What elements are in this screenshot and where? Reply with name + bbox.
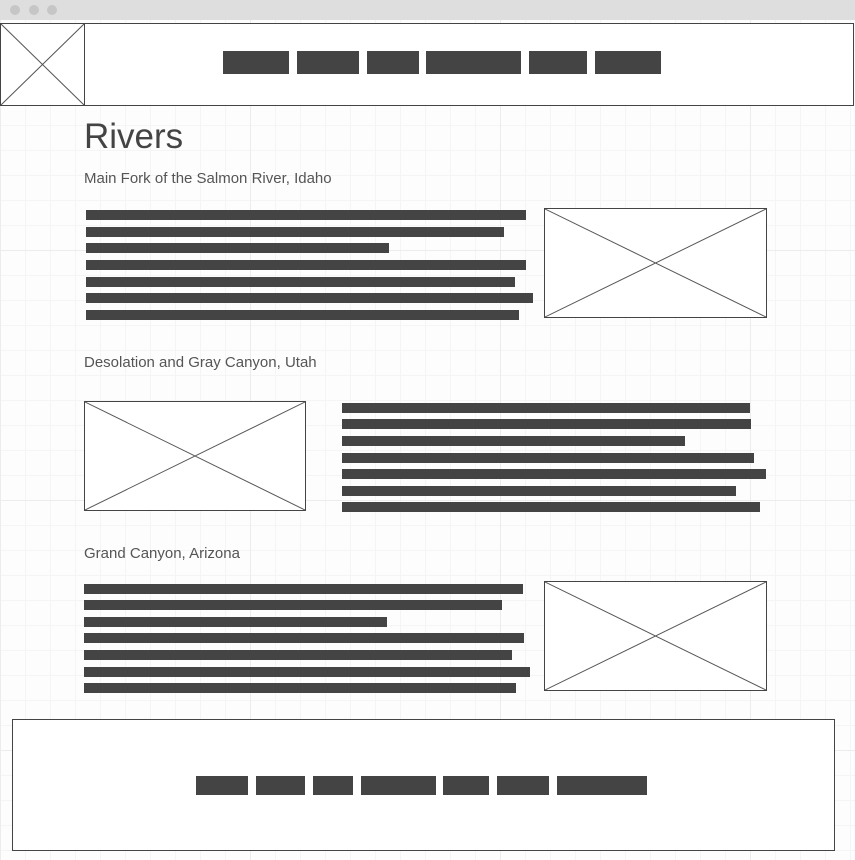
- text-line: [84, 650, 512, 660]
- text-line: [86, 210, 526, 220]
- section-heading-desolation: Desolation and Gray Canyon, Utah: [84, 354, 317, 371]
- footer-nav-item-6[interactable]: [497, 776, 549, 795]
- section-heading-salmon: Main Fork of the Salmon River, Idaho: [84, 170, 332, 187]
- text-line: [86, 293, 533, 303]
- text-line: [86, 310, 519, 320]
- logo-placeholder-icon[interactable]: [1, 24, 85, 105]
- text-line: [84, 600, 502, 610]
- text-line: [86, 243, 389, 253]
- footer-nav-item-7[interactable]: [557, 776, 647, 795]
- nav-item-2[interactable]: [297, 51, 359, 74]
- text-line: [86, 227, 504, 237]
- text-line: [342, 486, 736, 496]
- text-line: [86, 277, 515, 287]
- text-line: [342, 453, 754, 463]
- nav-item-4[interactable]: [426, 51, 521, 74]
- footer-nav-item-1[interactable]: [196, 776, 248, 795]
- text-line: [342, 419, 751, 429]
- footer-nav-item-3[interactable]: [313, 776, 353, 795]
- page-title: Rivers: [84, 117, 184, 156]
- window-close-dot[interactable]: [10, 5, 20, 15]
- nav-item-1[interactable]: [223, 51, 289, 74]
- image-placeholder-icon: [544, 581, 767, 691]
- text-line: [84, 683, 516, 693]
- text-line: [84, 667, 530, 677]
- text-line: [84, 617, 387, 627]
- image-placeholder-icon: [84, 401, 306, 511]
- text-line: [84, 633, 524, 643]
- text-line: [342, 469, 766, 479]
- site-footer: [12, 719, 835, 851]
- text-line: [84, 584, 523, 594]
- section-heading-grand-canyon: Grand Canyon, Arizona: [84, 545, 240, 562]
- text-line: [342, 436, 685, 446]
- footer-nav-item-5[interactable]: [443, 776, 489, 795]
- text-line: [342, 502, 760, 512]
- nav-item-3[interactable]: [367, 51, 419, 74]
- window-titlebar: [0, 0, 855, 20]
- nav-item-5[interactable]: [529, 51, 587, 74]
- text-line: [342, 403, 750, 413]
- nav-item-6[interactable]: [595, 51, 661, 74]
- footer-nav-item-2[interactable]: [256, 776, 305, 795]
- window-maximize-dot[interactable]: [47, 5, 57, 15]
- footer-nav-item-4[interactable]: [361, 776, 436, 795]
- window-minimize-dot[interactable]: [29, 5, 39, 15]
- image-placeholder-icon: [544, 208, 767, 318]
- site-header: [0, 23, 854, 106]
- text-line: [86, 260, 526, 270]
